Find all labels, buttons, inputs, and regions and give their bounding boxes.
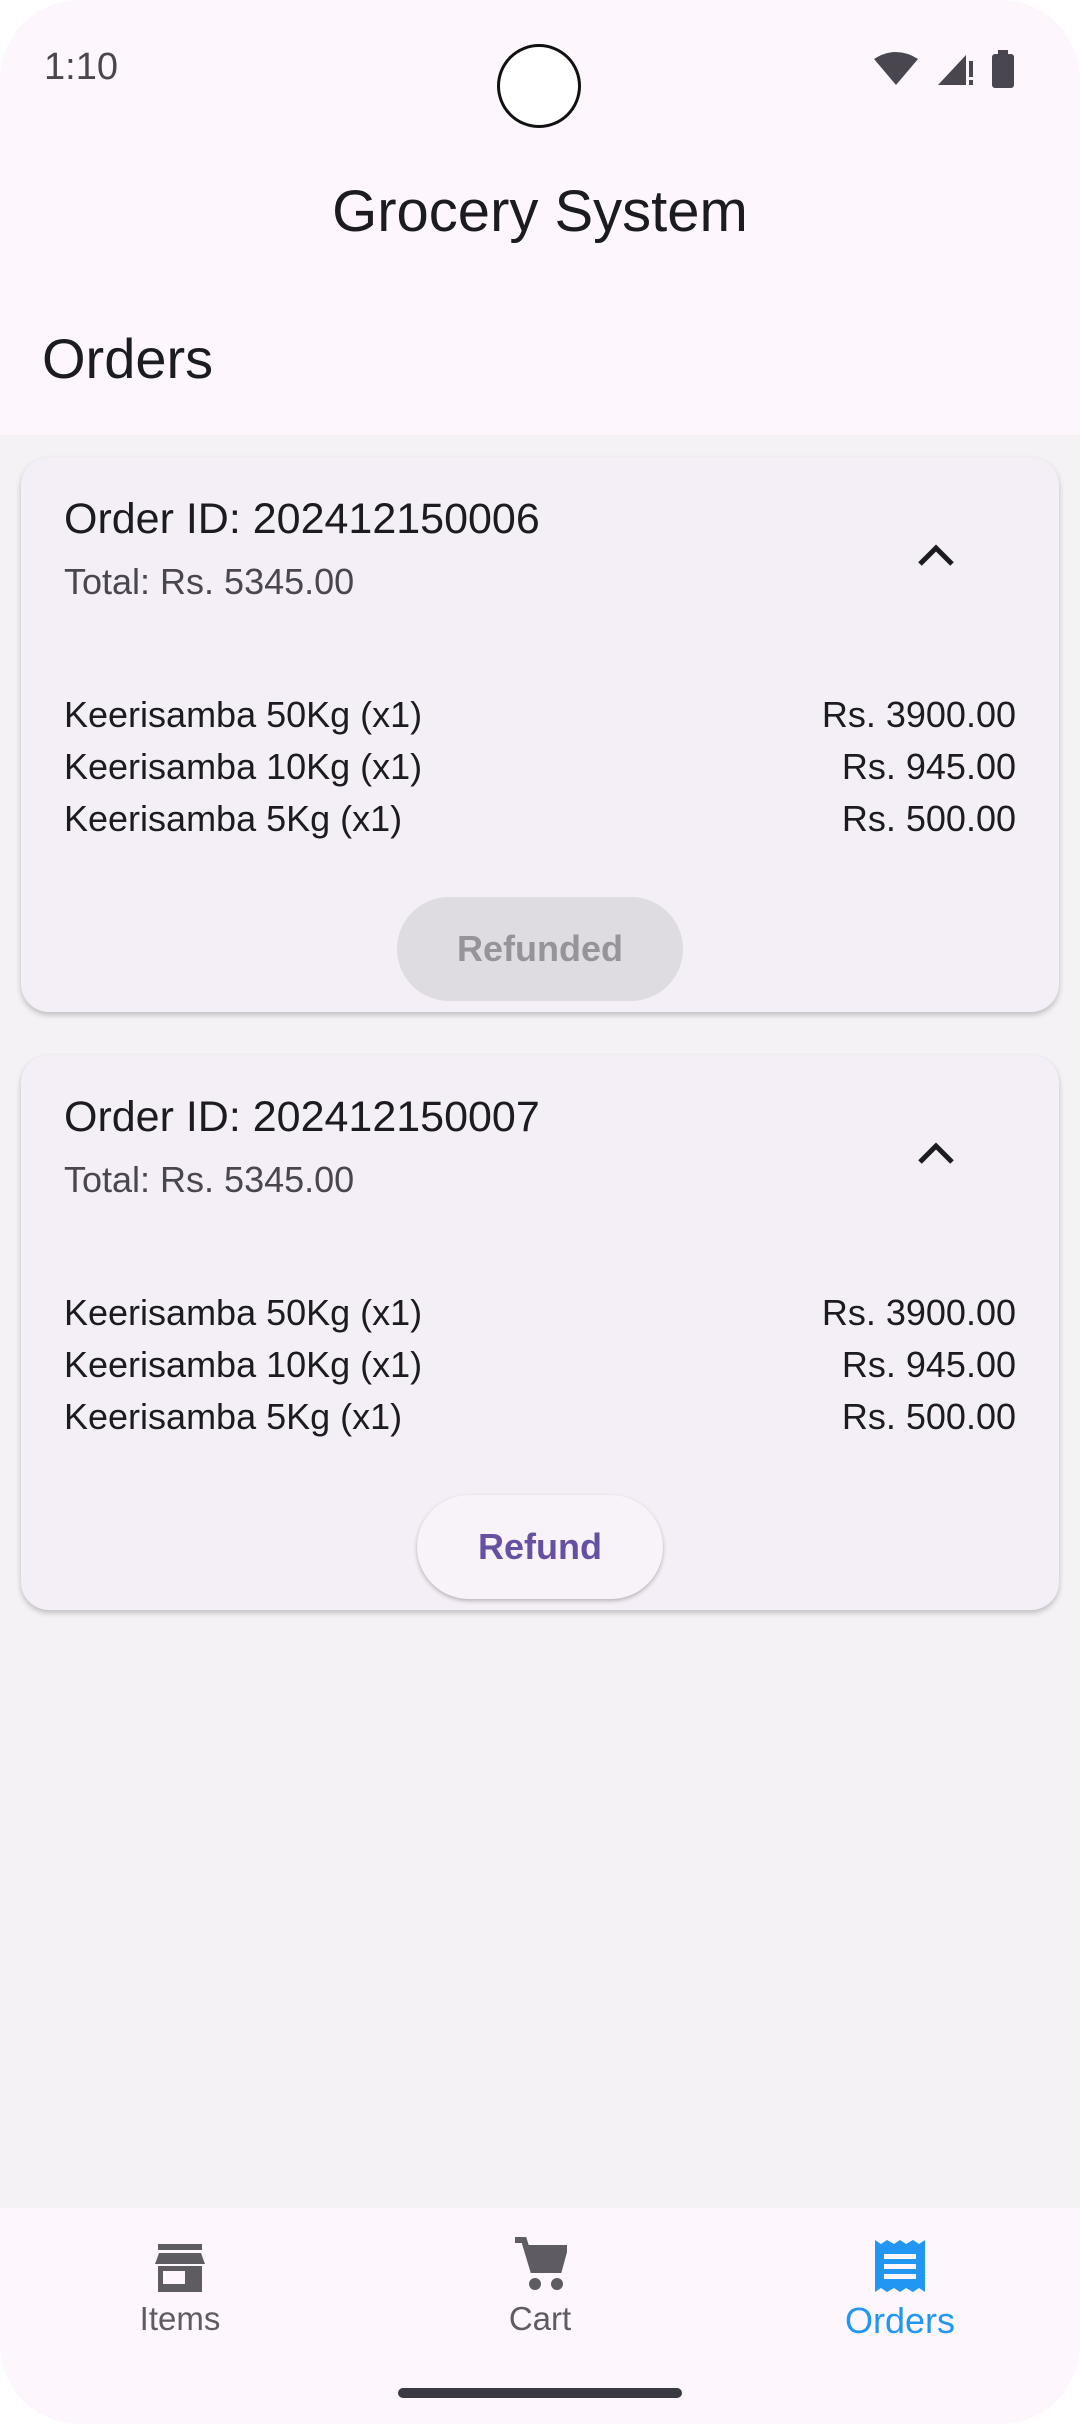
order-id: Order ID: 202412150007: [64, 1093, 540, 1141]
item-name: Keerisamba 5Kg (x1): [64, 1396, 403, 1437]
cart-icon: [360, 2226, 720, 2292]
order-card: Order ID: 202412150006 Total: Rs. 5345.0…: [21, 457, 1059, 1012]
item-name: Keerisamba 5Kg (x1): [64, 798, 403, 839]
order-item-row: Keerisamba 5Kg (x1) Rs. 500.00: [64, 1391, 1016, 1443]
nav-label: Items: [139, 2300, 221, 2337]
item-price: Rs. 945.00: [841, 746, 1016, 787]
item-name: Keerisamba 50Kg (x1): [64, 1292, 423, 1333]
item-name: Keerisamba 10Kg (x1): [64, 746, 423, 787]
item-name: Keerisamba 10Kg (x1): [64, 1344, 423, 1385]
item-name: Keerisamba 50Kg (x1): [64, 694, 423, 735]
nav-label: Cart: [508, 2300, 572, 2337]
chevron-up-icon[interactable]: [910, 1127, 962, 1179]
page-title: Orders: [42, 327, 214, 390]
order-item-row: Keerisamba 50Kg (x1) Rs. 3900.00: [64, 689, 1016, 741]
phone-screen: 1:10 Grocery System Orders Order ID: 202…: [0, 0, 1080, 2424]
item-price: Rs. 945.00: [841, 1344, 1016, 1385]
refund-button[interactable]: Refund: [417, 1495, 663, 1599]
item-price: Rs. 3900.00: [821, 694, 1016, 735]
top-app-bar: 1:10 Grocery System Orders: [0, 0, 1080, 435]
status-icons: [874, 50, 1014, 88]
receipt-icon: [720, 2226, 1080, 2292]
order-items-list: Keerisamba 50Kg (x1) Rs. 3900.00 Keerisa…: [64, 1287, 1016, 1443]
order-item-row: Keerisamba 5Kg (x1) Rs. 500.00: [64, 793, 1016, 845]
order-total: Total: Rs. 5345.00: [64, 1159, 355, 1200]
item-price: Rs. 3900.00: [821, 1292, 1016, 1333]
chevron-up-icon[interactable]: [910, 529, 962, 581]
order-total: Total: Rs. 5345.00: [64, 561, 355, 602]
battery-icon: [992, 50, 1014, 88]
order-id: Order ID: 202412150006: [64, 495, 540, 543]
order-item-row: Keerisamba 10Kg (x1) Rs. 945.00: [64, 1339, 1016, 1391]
nav-item-cart[interactable]: Cart: [360, 2226, 720, 2338]
camera-cutout: [497, 44, 581, 128]
status-time: 1:10: [44, 46, 118, 88]
home-indicator[interactable]: [398, 2388, 682, 2398]
order-item-row: Keerisamba 10Kg (x1) Rs. 945.00: [64, 741, 1016, 793]
wifi-icon: [874, 52, 918, 85]
store-icon: [0, 2226, 360, 2292]
nav-item-items[interactable]: Items: [0, 2226, 360, 2338]
item-price: Rs. 500.00: [841, 1396, 1016, 1437]
order-item-row: Keerisamba 50Kg (x1) Rs. 3900.00: [64, 1287, 1016, 1339]
order-items-list: Keerisamba 50Kg (x1) Rs. 3900.00 Keerisa…: [64, 689, 1016, 845]
cell-signal-icon: [938, 55, 973, 85]
app-title: Grocery System: [332, 179, 748, 244]
nav-item-orders[interactable]: Orders: [720, 2226, 1080, 2342]
item-price: Rs. 500.00: [841, 798, 1016, 839]
order-card: Order ID: 202412150007 Total: Rs. 5345.0…: [21, 1055, 1059, 1610]
refunded-button: Refunded: [397, 897, 683, 1001]
nav-label: Orders: [844, 2300, 956, 2341]
